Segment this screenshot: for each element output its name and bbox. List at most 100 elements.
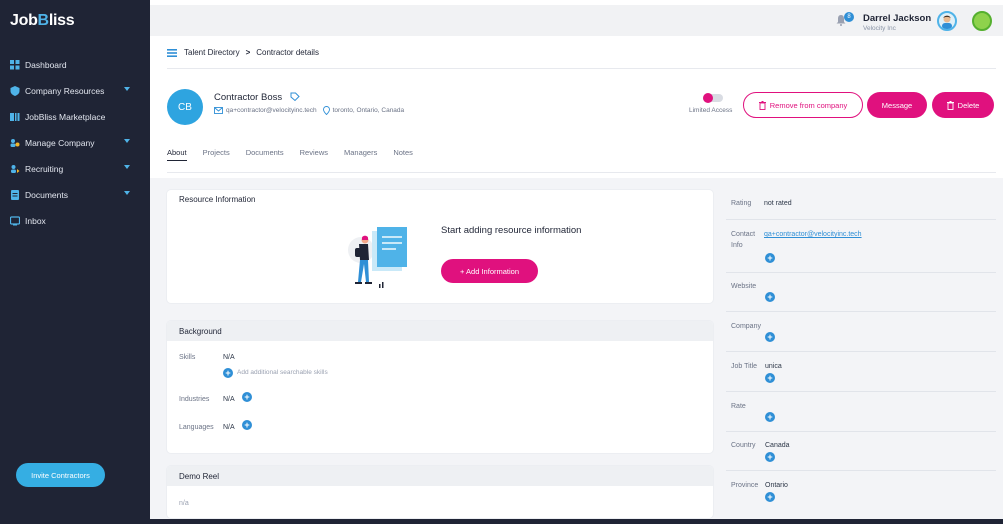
sidebar-item-documents[interactable]: Documents: [0, 182, 150, 208]
manage-company-icon: [10, 138, 20, 148]
sidebar-item-label: JobBliss Marketplace: [25, 112, 106, 122]
province-value: Ontario: [765, 482, 788, 489]
sidebar-item-inbox[interactable]: Inbox: [0, 208, 150, 234]
divider: [726, 311, 996, 312]
tab-reviews[interactable]: Reviews: [300, 148, 328, 161]
add-industries-button[interactable]: +: [242, 392, 252, 402]
notification-badge: 8: [844, 12, 854, 22]
card-title: Background: [179, 327, 222, 336]
divider: [726, 272, 996, 273]
profile-name: Contractor Boss: [214, 92, 283, 103]
documents-icon: [10, 190, 20, 200]
inbox-icon: [10, 216, 20, 226]
chevron-down-icon[interactable]: [124, 87, 130, 91]
resource-info-card: Resource Information Start adding resour…: [167, 190, 713, 303]
card-title: Demo Reel: [179, 472, 220, 481]
rating-label: Rating: [731, 200, 752, 207]
company-avatar[interactable]: [972, 11, 992, 31]
invite-contractors-button[interactable]: Invite Contractors: [16, 463, 105, 487]
list-icon: [167, 48, 177, 57]
avatar[interactable]: [937, 11, 957, 31]
card-header: [167, 321, 713, 341]
rate-label: Rate: [731, 403, 746, 410]
user-name[interactable]: Darrel Jackson: [863, 13, 931, 24]
breadcrumb-current: Contractor details: [256, 48, 319, 57]
tab-managers[interactable]: Managers: [344, 148, 377, 161]
add-skills-button[interactable]: +: [223, 368, 233, 378]
profile-initials-avatar: CB: [167, 89, 203, 125]
tab-projects[interactable]: Projects: [203, 148, 230, 161]
breadcrumb-separator: >: [245, 48, 251, 57]
sidebar-item-manage-company[interactable]: Manage Company: [0, 130, 150, 156]
sidebar-item-company-resources[interactable]: Company Resources: [0, 78, 150, 104]
profile-contact-line: qa+contractor@velocityinc.tech toronto, …: [214, 106, 404, 115]
divider: [167, 68, 996, 69]
chevron-down-icon[interactable]: [124, 191, 130, 195]
sidebar-item-label: Documents: [25, 190, 68, 200]
chevron-down-icon[interactable]: [124, 165, 130, 169]
add-job-title-button[interactable]: +: [765, 373, 775, 383]
dashboard-icon: [10, 60, 20, 70]
divider: [726, 470, 996, 471]
website-label: Website: [731, 283, 757, 290]
add-skills-link[interactable]: Add additional searchable skills: [237, 369, 328, 376]
scrollbar[interactable]: [996, 178, 1003, 524]
tab-about[interactable]: About: [167, 148, 187, 161]
skills-value: N/A: [223, 354, 235, 361]
add-province-button[interactable]: +: [765, 492, 775, 502]
remove-label: Remove from company: [769, 100, 848, 110]
remove-from-company-button[interactable]: Remove from company: [743, 92, 863, 118]
profile-tabs: About Projects Documents Reviews Manager…: [167, 148, 429, 161]
divider: [726, 391, 996, 392]
demo-reel-value: n/a: [179, 500, 189, 507]
add-country-button[interactable]: +: [765, 452, 775, 462]
add-website-button[interactable]: +: [765, 292, 775, 302]
sidebar-item-dashboard[interactable]: Dashboard: [0, 52, 150, 78]
tab-documents[interactable]: Documents: [246, 148, 284, 161]
languages-label: Languages: [179, 424, 214, 431]
recruiting-icon: [10, 164, 20, 174]
shield-icon: [10, 86, 20, 96]
resource-illustration: [348, 227, 407, 288]
profile-email[interactable]: qa+contractor@velocityinc.tech: [226, 107, 317, 114]
limited-access-toggle[interactable]: [703, 93, 723, 103]
sidebar-nav: Dashboard Company Resources JobBliss Mar…: [0, 52, 150, 234]
add-rate-button[interactable]: +: [765, 412, 775, 422]
add-languages-button[interactable]: +: [242, 420, 252, 430]
jobbliss-logo[interactable]: JobBliss: [10, 12, 75, 30]
top-bar: 8 Darrel Jackson Velocity Inc: [150, 5, 1003, 36]
sidebar-item-recruiting[interactable]: Recruiting: [0, 156, 150, 182]
divider: [167, 172, 996, 173]
marketplace-icon: [10, 112, 20, 122]
sidebar-item-marketplace[interactable]: JobBliss Marketplace: [0, 104, 150, 130]
divider: [726, 219, 996, 220]
job-title-value: unica: [765, 363, 782, 370]
contact-label: Contact: [731, 231, 756, 238]
rating-value: not rated: [764, 200, 792, 207]
add-company-button[interactable]: +: [765, 332, 775, 342]
breadcrumb: Talent Directory > Contractor details: [167, 48, 319, 57]
toggle-knob: [703, 93, 713, 103]
delete-label: Delete: [957, 100, 980, 110]
sidebar-item-label: Recruiting: [25, 164, 64, 174]
card-title: Resource Information: [179, 195, 256, 204]
trash-icon: [946, 100, 954, 110]
divider: [726, 431, 996, 432]
chevron-down-icon[interactable]: [124, 139, 130, 143]
limited-access-label: Limited Access: [689, 107, 733, 114]
industries-value: N/A: [223, 396, 235, 403]
sidebar-item-label: Manage Company: [25, 138, 95, 148]
message-button[interactable]: Message: [867, 92, 927, 118]
delete-button[interactable]: Delete: [932, 92, 994, 118]
breadcrumb-root[interactable]: Talent Directory: [184, 48, 240, 57]
add-contact-button[interactable]: +: [765, 253, 775, 263]
location-pin-icon: [322, 106, 330, 115]
contact-email-link[interactable]: qa+contractor@velocityinc.tech: [764, 231, 862, 238]
industries-label: Industries: [179, 396, 210, 403]
tab-notes[interactable]: Notes: [393, 148, 413, 161]
country-label: Country: [731, 442, 756, 449]
tag-icon[interactable]: [290, 92, 300, 102]
add-information-button[interactable]: + Add Information: [441, 259, 538, 283]
company-label: Company: [731, 323, 761, 330]
email-icon: [214, 107, 223, 114]
